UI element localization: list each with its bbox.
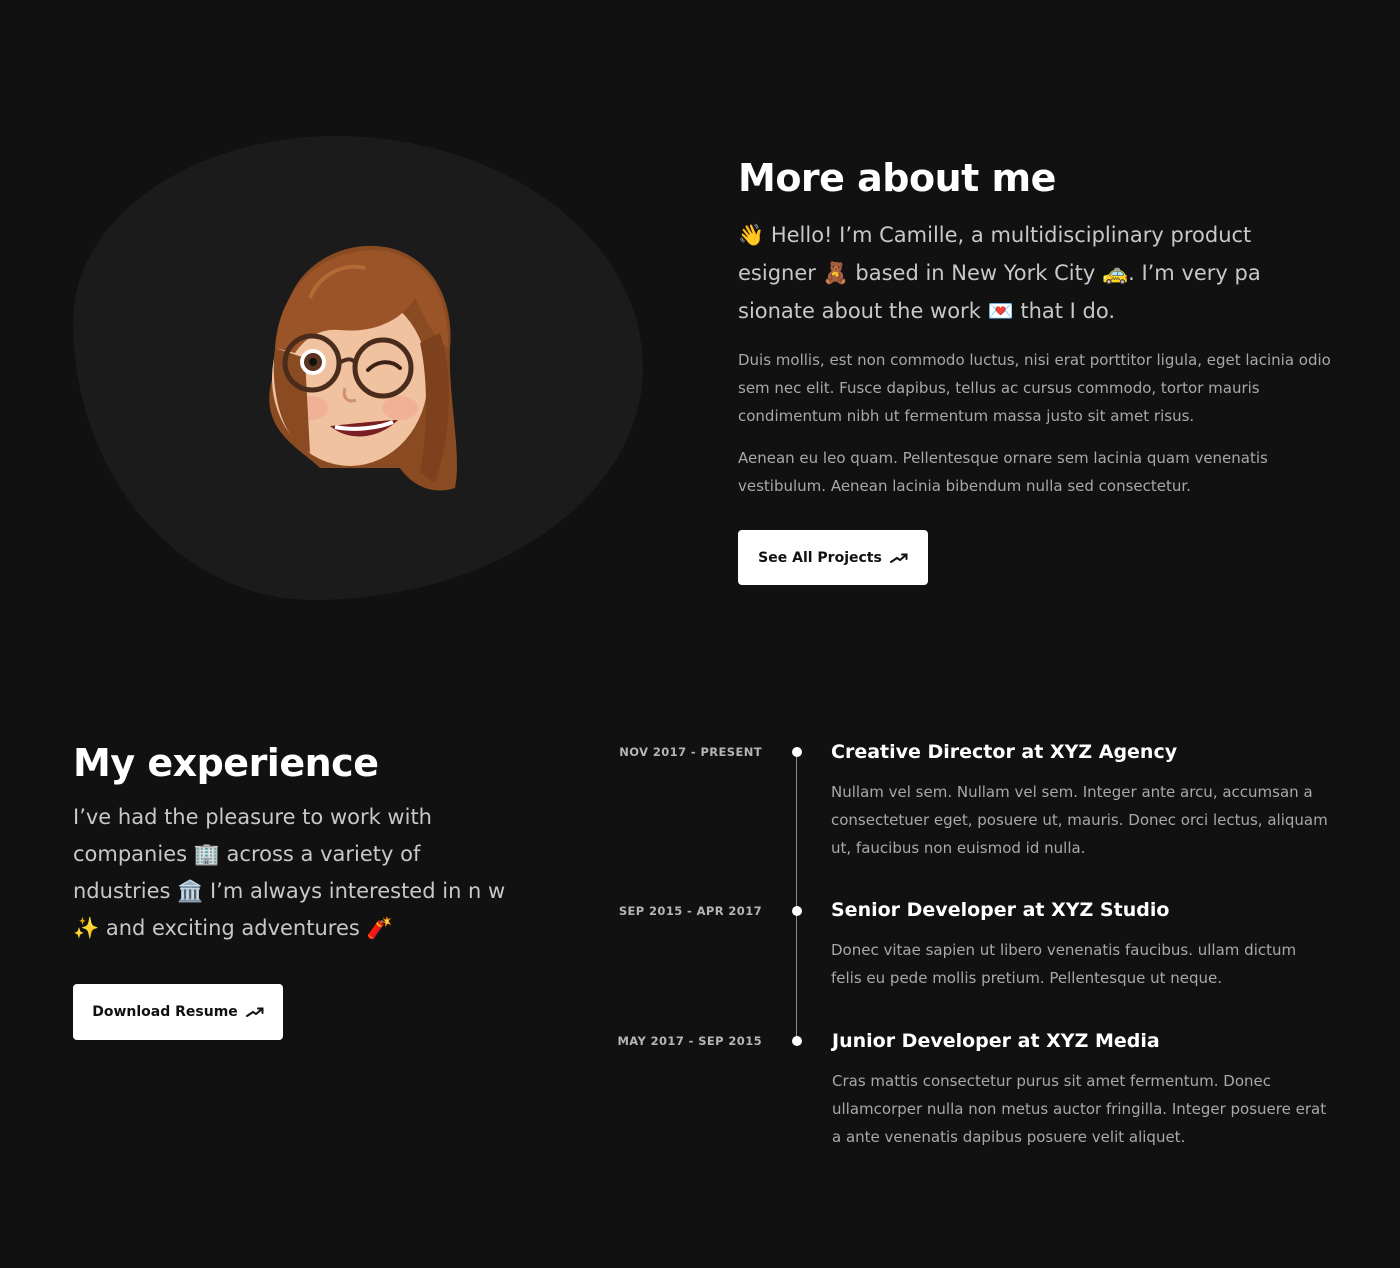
- about-section: More about me 👋 Hello! I’m Camille, a mu…: [738, 150, 1338, 500]
- timeline-dot: [792, 1036, 802, 1046]
- job-title: Senior Developer at XYZ Studio: [831, 899, 1170, 921]
- job-entry: Creative Director at XYZ Agency Nullam v…: [831, 738, 1331, 862]
- job-description: Cras mattis consectetur purus sit amet f…: [832, 1072, 1327, 1146]
- arrow-up-right-icon: [889, 553, 908, 563]
- about-paragraph-2: Aenean eu leo quam. Pellentesque ornare …: [738, 449, 1268, 495]
- job-description: Donec vitae sapien ut libero venenatis f…: [831, 941, 1297, 987]
- arrow-up-right-icon: [245, 1007, 264, 1017]
- job-description: Nullam vel sem. Nullam vel sem. Integer …: [831, 783, 1328, 857]
- job-title: Junior Developer at XYZ Media: [832, 1030, 1160, 1052]
- job-date: SEP 2015 - APR 2017: [618, 904, 762, 918]
- job-entry: Junior Developer at XYZ Media Cras matti…: [832, 1027, 1332, 1151]
- see-all-projects-button[interactable]: See All Projects: [738, 530, 928, 585]
- about-lead: 👋 Hello! I’m Camille, a multidisciplinar…: [738, 223, 1261, 323]
- experience-lead: I’ve had the pleasure to work with compa…: [73, 805, 506, 940]
- download-resume-button[interactable]: Download Resume: [73, 984, 283, 1040]
- about-paragraph-1: Duis mollis, est non commodo luctus, nis…: [738, 351, 1331, 425]
- job-date: MAY 2017 - SEP 2015: [617, 1034, 762, 1048]
- timeline-dot: [792, 747, 802, 757]
- about-title: More about me: [738, 156, 1056, 200]
- experience-section: My experience I’ve had the pleasure to w…: [73, 735, 513, 947]
- download-resume-label: Download Resume: [92, 1004, 238, 1020]
- job-date: NOV 2017 - PRESENT: [619, 745, 762, 759]
- timeline-dot: [792, 906, 802, 916]
- memoji-avatar: [269, 245, 457, 491]
- see-all-projects-label: See All Projects: [758, 549, 882, 566]
- experience-title: My experience: [73, 741, 379, 785]
- job-title: Creative Director at XYZ Agency: [831, 741, 1178, 763]
- timeline-line: [796, 752, 797, 1037]
- job-entry: Senior Developer at XYZ Studio Donec vit…: [831, 896, 1331, 992]
